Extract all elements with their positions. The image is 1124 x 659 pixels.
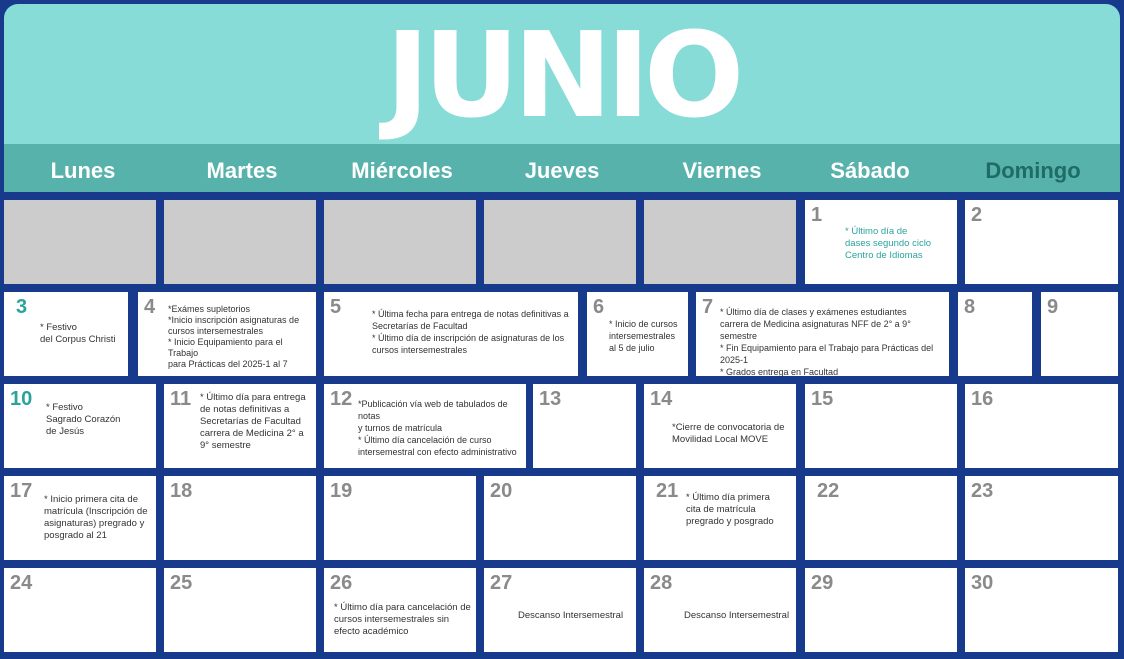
day-note: * Último día para cancelación de cursos …: [334, 602, 471, 637]
day-number: 4: [144, 296, 156, 318]
weekday-friday: Viernes: [682, 158, 762, 183]
day-cell-27[interactable]: 27 Descanso Intersemestral: [484, 568, 636, 652]
day-cell-2[interactable]: 2: [965, 200, 1118, 284]
day-cell-17[interactable]: 17 * Inicio primera cita de matrícula (I…: [4, 476, 156, 560]
day-note: * Inicio primera cita de matrícula (Insc…: [44, 494, 148, 541]
day-cell-13[interactable]: 13: [533, 384, 636, 468]
day-number: 30: [971, 572, 994, 594]
day-number: 26: [330, 572, 353, 594]
day-note: * Último día de clases y exámenes estudi…: [720, 307, 934, 377]
empty-cell: [164, 200, 316, 284]
day-number: 12: [330, 388, 353, 410]
day-number: 22: [817, 480, 840, 502]
day-cell-15[interactable]: 15: [805, 384, 957, 468]
day-note: * Inicio de cursos intersemestrales al 5…: [609, 319, 678, 353]
weekday-tuesday: Martes: [206, 158, 278, 183]
day-cell-1[interactable]: 1 * Último día de dases segundo ciclo Ce…: [805, 200, 957, 284]
day-number: 24: [10, 572, 33, 594]
day-number: 2: [971, 204, 983, 226]
day-note: * Último día de dases segundo ciclo Cent…: [845, 226, 932, 261]
day-cell-30[interactable]: 30: [965, 568, 1118, 652]
empty-cell: [484, 200, 636, 284]
day-cell-4[interactable]: 4 *Exámes supletorios *Inicio inscripció…: [138, 292, 316, 376]
day-number: 14: [650, 388, 673, 410]
day-number: 1: [811, 204, 823, 226]
weekday-monday: Lunes: [50, 158, 116, 183]
day-cell-11[interactable]: 11 * Último día para entrega de notas de…: [164, 384, 316, 468]
day-number: 23: [971, 480, 994, 502]
day-cell-16[interactable]: 16: [965, 384, 1118, 468]
day-note: *Cierre de convocatoria de Movilidad Loc…: [672, 422, 785, 445]
weekday-bar: Lunes Martes Miércoles Jueves Viernes Sá…: [4, 144, 1120, 192]
day-note: Descanso Intersemestral: [518, 610, 624, 621]
day-number: 28: [650, 572, 673, 594]
day-number: 16: [971, 388, 994, 410]
day-cell-9[interactable]: 9: [1041, 292, 1118, 376]
day-number: 7: [702, 296, 714, 318]
day-cell-10[interactable]: 10 * Festivo Sagrado Corazón de Jesús: [4, 384, 156, 468]
day-number: 3: [16, 296, 28, 318]
day-note: *Exámes supletorios *Inicio inscripción …: [168, 304, 300, 369]
day-cell-14[interactable]: 14 *Cierre de convocatoria de Movilidad …: [644, 384, 796, 468]
empty-cell: [644, 200, 796, 284]
day-cell-20[interactable]: 20: [484, 476, 636, 560]
day-cell-28[interactable]: 28 Descanso Intersemestral: [644, 568, 796, 652]
day-number: 11: [170, 388, 192, 410]
day-number: 6: [593, 296, 605, 318]
day-cell-24[interactable]: 24: [4, 568, 156, 652]
day-cell-26[interactable]: 26 * Último día para cancelación de curs…: [324, 568, 476, 652]
day-cell-8[interactable]: 8: [958, 292, 1032, 376]
day-note: Descanso Intersemestral: [684, 610, 790, 621]
day-number: 17: [10, 480, 33, 502]
day-note: * Festivo Sagrado Corazón de Jesús: [46, 402, 121, 437]
empty-cell: [324, 200, 476, 284]
weekday-saturday: Sábado: [830, 158, 910, 183]
day-number: 5: [330, 296, 342, 318]
weekday-wednesday: Miércoles: [351, 158, 453, 183]
day-number: 19: [330, 480, 353, 502]
calendar-header: JUNIO Lunes Martes Miércoles Jueves Vier…: [4, 4, 1120, 192]
day-note: * Festivo del Corpus Christi: [40, 322, 116, 345]
day-cell-19[interactable]: 19: [324, 476, 476, 560]
day-cell-7[interactable]: 7 * Último día de clases y exámenes estu…: [696, 292, 949, 377]
day-number: 18: [170, 480, 193, 502]
day-number: 27: [490, 572, 513, 594]
day-cell-3[interactable]: 3 * Festivo del Corpus Christi: [4, 292, 128, 376]
day-note: * Último día para entrega de notas defin…: [200, 392, 306, 451]
day-cell-29[interactable]: 29: [805, 568, 957, 652]
day-cell-6[interactable]: 6 * Inicio de cursos intersemestrales al…: [587, 292, 688, 376]
month-title: JUNIO: [385, 6, 745, 144]
day-cell-25[interactable]: 25: [164, 568, 316, 652]
day-cell-21[interactable]: 21 * Último día primera cita de matrícul…: [644, 476, 796, 560]
day-cell-22[interactable]: 22: [805, 476, 957, 560]
day-cell-5[interactable]: 5 * Última fecha para entrega de notas d…: [324, 292, 578, 376]
day-number: 20: [490, 480, 513, 502]
weekday-thursday: Jueves: [524, 158, 600, 183]
day-number: 15: [811, 388, 834, 410]
day-number: 25: [170, 572, 193, 594]
weekday-sunday: Domingo: [985, 158, 1081, 183]
day-cell-12[interactable]: 12 *Publicación vía web de tabulados de …: [324, 384, 526, 468]
day-note: *Publicación vía web de tabulados de not…: [358, 399, 517, 457]
day-note: * Último día primera cita de matrícula p…: [686, 492, 774, 527]
day-number: 13: [539, 388, 562, 410]
day-number: 21: [656, 480, 679, 502]
empty-cell: [4, 200, 156, 284]
day-number: 10: [10, 388, 33, 410]
day-cell-18[interactable]: 18: [164, 476, 316, 560]
day-number: 8: [964, 296, 976, 318]
day-number: 9: [1047, 296, 1059, 318]
day-cell-23[interactable]: 23: [965, 476, 1118, 560]
day-note: * Última fecha para entrega de notas def…: [372, 309, 569, 355]
day-number: 29: [811, 572, 834, 594]
